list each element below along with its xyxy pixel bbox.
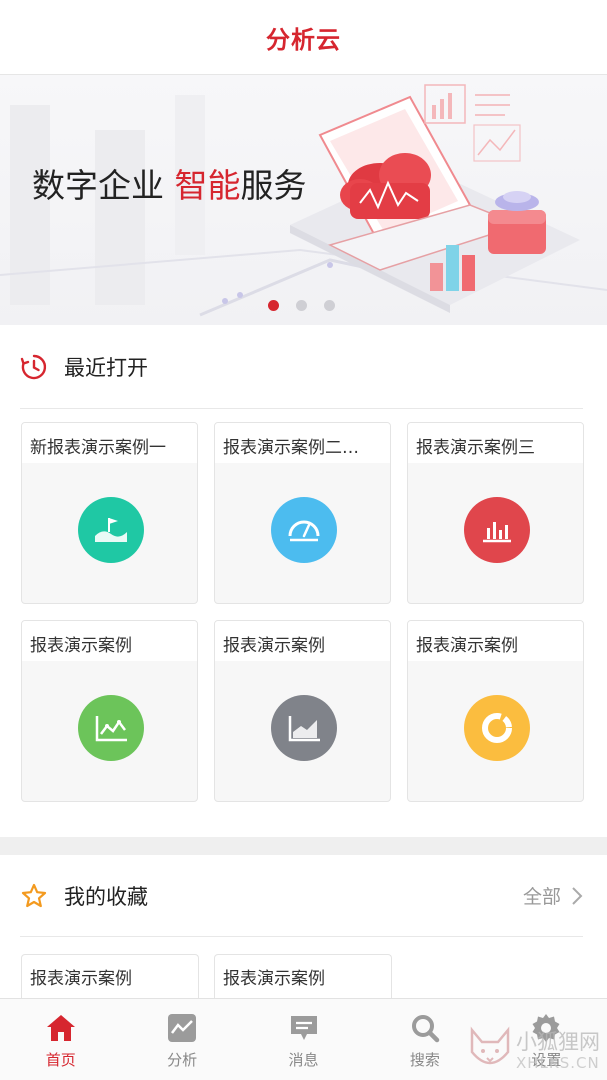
banner-slogan-highlight: 智能	[174, 166, 241, 205]
tab-analysis-label: 分析	[167, 1051, 198, 1069]
search-icon	[411, 1015, 440, 1043]
banner-slogan: 数字企业 智能服务	[32, 159, 307, 207]
carousel-dot-1[interactable]	[268, 300, 279, 311]
bar-chart-icon	[464, 497, 530, 563]
watermark-text: 小狐狸网	[516, 1030, 600, 1054]
message-icon	[290, 1016, 317, 1040]
gauge-icon	[271, 497, 337, 563]
report-tile[interactable]: 新报表演示案例一	[21, 422, 198, 604]
tab-analysis[interactable]: 分析	[121, 999, 242, 1080]
view-all-link[interactable]: 全部	[523, 882, 583, 909]
tab-messages[interactable]: 消息	[243, 999, 364, 1080]
donut-chart-icon	[464, 695, 530, 761]
report-tile-title: 报表演示案例	[408, 621, 583, 661]
favorites-section-title: 我的收藏	[64, 884, 148, 909]
report-tile-title: 报表演示案例	[215, 621, 390, 661]
banner-slogan-end: 服务	[240, 166, 307, 205]
report-tile-title: 报表演示案例三	[408, 423, 583, 463]
report-tile[interactable]: 报表演示案例	[21, 620, 198, 802]
carousel-dot-3[interactable]	[324, 300, 335, 311]
favorites-section-header: 我的收藏 全部	[20, 855, 583, 937]
tab-home[interactable]: 首页	[0, 999, 121, 1080]
favorites-section: 我的收藏 全部 报表演示案例 报表演示案例	[0, 855, 607, 1014]
favorite-tile-title: 报表演示案例	[30, 969, 132, 989]
view-all-label: 全部	[522, 886, 561, 908]
recent-section-title: 最近打开	[64, 355, 148, 380]
tab-home-label: 首页	[45, 1051, 76, 1069]
clock-icon	[20, 354, 47, 379]
tab-messages-label: 消息	[288, 1051, 319, 1069]
area-chart-icon	[271, 695, 337, 761]
watermark-url: XHLKS.CN	[516, 1054, 600, 1072]
line-chart-icon	[78, 695, 144, 761]
wave-flag-icon	[78, 497, 144, 563]
fox-icon	[470, 1026, 510, 1065]
report-tile-title: 新报表演示案例一	[22, 423, 197, 463]
watermark: 小狐狸网 XHLKS.CN	[468, 1022, 607, 1078]
star-icon	[21, 883, 47, 907]
report-tile-title: 报表演示案例二…	[215, 423, 390, 463]
report-tile[interactable]: 报表演示案例三	[407, 422, 584, 604]
report-tile[interactable]: 报表演示案例	[214, 620, 391, 802]
home-icon	[46, 1015, 75, 1041]
recent-section-header: 最近打开	[20, 325, 583, 409]
carousel-dot-2[interactable]	[296, 300, 307, 311]
app-title: 分析云	[266, 25, 341, 54]
report-tile-title: 报表演示案例	[22, 621, 197, 661]
chevron-right-icon	[572, 886, 583, 905]
report-tile[interactable]: 报表演示案例二…	[214, 422, 391, 604]
report-tile[interactable]: 报表演示案例	[407, 620, 584, 802]
top-bar: 分析云	[0, 0, 607, 75]
banner-slogan-start: 数字企业	[32, 166, 175, 205]
favorite-tile-title: 报表演示案例	[223, 969, 325, 989]
carousel-pagination	[268, 300, 335, 311]
recent-section: 最近打开 新报表演示案例一 报表演示案例二… 报表演示案例三 报表演示案例 报表…	[0, 325, 607, 837]
tab-search-label: 搜索	[409, 1051, 440, 1069]
banner-carousel[interactable]: 数字企业 智能服务	[0, 75, 607, 325]
analysis-icon	[168, 1014, 197, 1042]
